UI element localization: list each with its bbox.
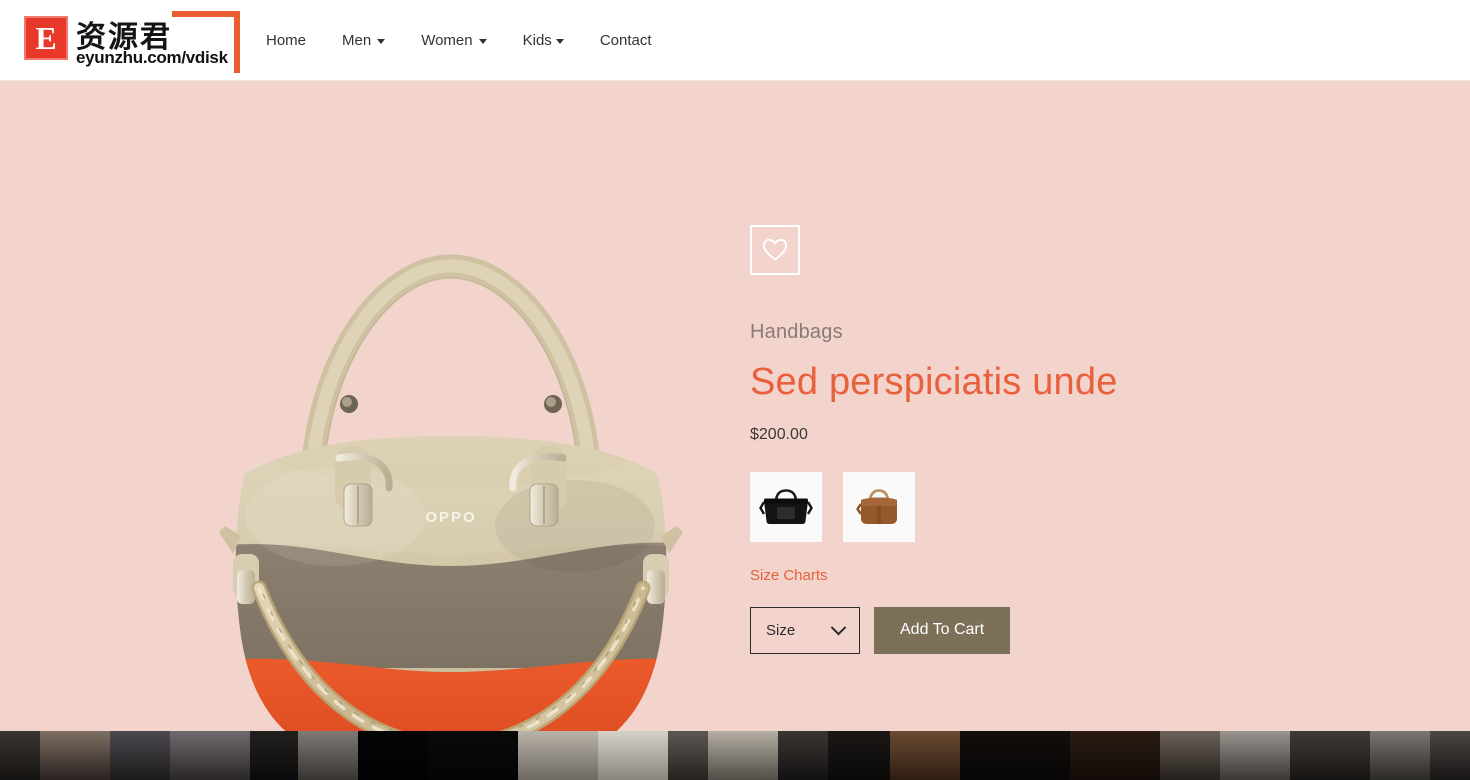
main-navigation: Home Men Women Kids Contact <box>248 0 670 81</box>
nav-label-home: Home <box>266 32 307 49</box>
chevron-down-icon <box>555 39 564 44</box>
nav-label-women: Women <box>421 32 473 49</box>
chevron-down-icon <box>478 39 487 44</box>
nav-item-men[interactable]: Men <box>324 24 403 57</box>
photo-band <box>960 731 1070 780</box>
photo-band <box>170 731 250 780</box>
wishlist-button[interactable] <box>750 225 800 275</box>
photo-band <box>1290 731 1370 780</box>
photo-band <box>708 731 778 780</box>
product-details: Handbags Sed perspiciatis unde $200.00 S… <box>750 225 1310 654</box>
logo-mark: E <box>24 16 68 60</box>
photo-band <box>1220 731 1290 780</box>
size-select[interactable]: Size <box>750 606 860 654</box>
nav-label-men: Men <box>342 32 372 49</box>
chevron-down-icon <box>377 39 386 44</box>
photo-band <box>518 731 598 780</box>
heart-icon <box>762 238 788 261</box>
nav-item-home[interactable]: Home <box>248 24 324 57</box>
product-main-image[interactable]: OPPO <box>60 116 720 771</box>
photo-band <box>1070 731 1160 780</box>
logo-bracket-decoration <box>172 11 240 73</box>
photo-band <box>428 731 518 780</box>
black-handbag-icon <box>759 488 813 524</box>
nav-item-contact[interactable]: Contact <box>582 24 670 57</box>
nav-item-kids[interactable]: Kids <box>505 24 582 57</box>
photo-band <box>298 731 358 780</box>
photo-band <box>668 731 708 780</box>
product-category: Handbags <box>750 321 843 343</box>
photo-band <box>890 731 960 780</box>
chevron-down-icon <box>830 619 847 636</box>
purchase-controls: Size Add To Cart <box>750 606 1310 654</box>
photo-band <box>250 731 298 780</box>
photo-band <box>598 731 668 780</box>
photo-band <box>110 731 170 780</box>
size-charts-link[interactable]: Size Charts <box>750 567 828 584</box>
photo-band <box>1370 731 1430 780</box>
nav-label-contact: Contact <box>599 32 652 49</box>
bag-brand-text: OPPO <box>425 509 476 526</box>
add-to-cart-button[interactable]: Add To Cart <box>874 606 1011 654</box>
lifestyle-photo-strip <box>0 731 1470 780</box>
product-hero-section: OPPO Handbags Sed perspiciatis unde $200… <box>0 81 1470 771</box>
brown-handbag-icon <box>856 488 897 524</box>
site-logo[interactable]: E 资源君 eyunzhu.com/vdisk <box>24 8 240 73</box>
product-price: $200.00 <box>750 425 808 443</box>
photo-band <box>1430 731 1470 780</box>
size-select-value: Size <box>766 621 796 639</box>
handbag-product-illustration: OPPO <box>219 254 683 771</box>
logo-mark-letter: E <box>35 20 57 56</box>
photo-band <box>358 731 428 780</box>
photo-band <box>0 731 40 780</box>
thumbnail-black-handbag[interactable] <box>750 471 822 542</box>
photo-band <box>778 731 828 780</box>
site-header: E 资源君 eyunzhu.com/vdisk Home Men Women K… <box>0 0 1470 81</box>
photo-band <box>828 731 890 780</box>
photo-band <box>1160 731 1220 780</box>
nav-item-women[interactable]: Women <box>403 24 504 57</box>
product-title: Sed perspiciatis unde <box>750 361 1118 403</box>
product-thumbnail-list <box>750 471 1310 542</box>
nav-label-kids: Kids <box>522 32 552 49</box>
photo-band <box>40 731 110 780</box>
thumbnail-brown-handbag[interactable] <box>843 471 915 542</box>
